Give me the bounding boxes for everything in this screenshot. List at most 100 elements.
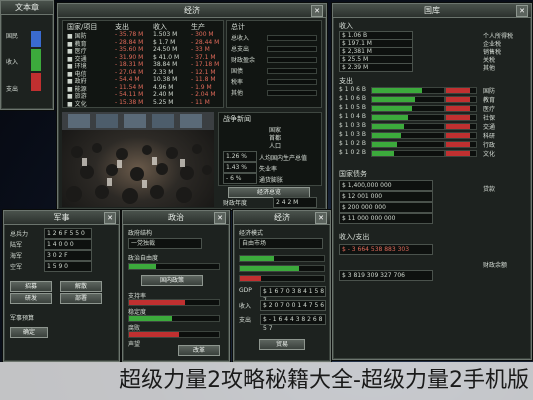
budget-cell-expense: - 54.11 M — [115, 91, 144, 98]
budget-cell-expense: - 28.84 M — [115, 38, 144, 46]
military-label: 空军 — [10, 264, 23, 271]
budget-cell-prod: - 11.8 M — [191, 76, 216, 83]
expense-bar-red — [445, 141, 477, 148]
total-field-1: $ - 3 664 538 883 303 — [339, 244, 433, 255]
economy-label: GDP — [239, 287, 252, 294]
budget-table: 国家/项目 支出 收入 生产 ■ 国防 - 35.78 M 1.503 M- 300… — [62, 20, 224, 108]
expense-bar-red — [445, 105, 477, 112]
summary-row: 税率 — [231, 79, 244, 86]
budget-cell-expense: - 18.31 M — [115, 61, 144, 68]
budget-cell-income: 38.84 M — [153, 61, 178, 68]
expense-bar — [371, 96, 445, 103]
info-box: 战争新闻 国家 首都 人口 1.26 % 1.43 % - 6 % 人均国内生产… — [218, 112, 322, 186]
economy-value-field: $ 1 6 7 0 3 8 4 1 5 8 7 — [260, 286, 326, 304]
gov-structure-label: 政府结构 — [128, 230, 153, 237]
news-image — [62, 112, 214, 207]
econ-bar-1 — [239, 255, 325, 262]
budget-cell-prod: - 12.1 M — [191, 68, 216, 76]
budget-cell-income: 4.96 M — [153, 83, 174, 91]
expense-label: 教育 — [483, 97, 496, 104]
expense-value: $ 1 0 6 B — [339, 86, 367, 93]
budget-cell-income: 1.503 M — [153, 31, 178, 38]
expense-bar — [371, 123, 445, 130]
close-icon[interactable]: ✕ — [214, 212, 226, 224]
info-label-3: 人口 — [269, 143, 282, 150]
expense-label: 交通 — [483, 124, 496, 131]
budget-cell-expense: - 35.78 M — [115, 31, 144, 38]
budget-cell-income: 10.38 M — [153, 76, 178, 83]
expense-value: $ 1 0 3 B — [339, 122, 367, 129]
expense-label: 科研 — [483, 133, 496, 140]
expense-bar — [371, 150, 445, 157]
budget-cell-prod: - 17.18 M — [191, 61, 220, 68]
close-icon[interactable]: ✕ — [104, 212, 116, 224]
close-icon[interactable]: ✕ — [516, 5, 528, 17]
budget-panel: 经济 ✕ 国家/项目 支出 收入 生产 ■ 国防 - 35.78 M 1.503 M… — [57, 3, 327, 210]
summary-row: 总收入 — [231, 35, 250, 42]
close-icon[interactable]: ✕ — [311, 5, 323, 17]
budget-cell-prod: - 33 M — [191, 46, 210, 53]
economy-value-field: $ - 1 6 4 4 3 8 2 6 8 5 7 — [260, 314, 326, 332]
domestic-policy-button[interactable]: 国内政策 — [141, 275, 203, 286]
stat-field-3: - 6 % — [223, 173, 257, 184]
military-value-field: 1 2 6 F 5 5 0 — [44, 228, 92, 239]
stat-field-1: 1.26 % — [223, 151, 257, 162]
military-label: 海军 — [10, 253, 23, 260]
research-button[interactable]: 研发 — [10, 293, 52, 304]
expense-bar — [371, 141, 445, 148]
disband-button[interactable]: 解散 — [60, 281, 102, 292]
budget-cell-income: $ 41.0 M — [153, 53, 180, 61]
budget-cell-expense: - 11.54 M — [115, 83, 144, 91]
deploy-button[interactable]: 部署 — [60, 293, 102, 304]
reform-button[interactable]: 改革 — [178, 345, 220, 356]
legend-bar-red — [31, 73, 41, 91]
summary-row-bar — [267, 68, 317, 74]
summary-row-bar — [267, 46, 317, 52]
freedom-bar — [128, 263, 220, 270]
legend-label-2: 收入 — [6, 59, 19, 66]
econ-model-field: 自由市场 — [239, 238, 323, 249]
budget-cell-prod: - 11 M — [191, 98, 210, 106]
military-value-field: 3 0 2 F — [44, 250, 92, 261]
budget-cell-prod: - 37.1 M — [191, 53, 216, 61]
summary-row-bar — [267, 79, 317, 85]
economy-title: 经济 — [274, 213, 290, 222]
budget-cell-prod: - 1.9 M — [191, 83, 212, 91]
budget-cell-expense: - 27.04 M — [115, 68, 144, 76]
expense-value: $ 1 0 6 B — [339, 95, 367, 102]
expense-label: 行政 — [483, 142, 496, 149]
summary-row-bar — [267, 90, 317, 96]
stat-label-1: 人均国内生产总值 — [259, 155, 308, 162]
stat-label-3: 通货膨胀 — [259, 177, 284, 184]
economy-label: 收入 — [239, 303, 252, 310]
budget-cell-expense: - 31.90 M — [115, 53, 144, 61]
recruit-button[interactable]: 招募 — [10, 281, 52, 292]
debt-value-field: $ 12 001 000 — [339, 191, 433, 202]
treasury-section-totals: 收入/支出 — [339, 233, 370, 241]
confirm-button[interactable]: 确定 — [10, 327, 48, 338]
budget-cell-income: $ 1.7 M — [153, 38, 176, 46]
expense-label: 文化 — [483, 151, 496, 158]
debt-value-field: $ 1,400,000 000 — [339, 180, 433, 191]
summary-row-bar — [267, 35, 317, 41]
close-icon[interactable]: ✕ — [315, 212, 327, 224]
treasury-section-expense: 支出 — [339, 77, 353, 85]
summary-header: 总计 — [231, 23, 245, 31]
trade-button[interactable]: 贸易 — [259, 339, 305, 350]
income-label: 其他 — [483, 65, 496, 72]
budget-cell-income: 5.25 M — [153, 98, 174, 106]
budget-cell-income: 24.50 M — [153, 46, 178, 53]
treasury-title: 国库 — [424, 6, 440, 15]
budget-titlebar: 经济 ✕ — [58, 4, 326, 18]
summary-row-bar — [267, 57, 317, 63]
crowd-picture — [62, 112, 214, 204]
military-titlebar: 军事 ✕ — [4, 211, 119, 225]
budget-cell-name: ■ 文化 — [67, 100, 87, 108]
budget-cell-income: 2.33 M — [153, 68, 174, 76]
expense-value: $ 1 0 5 B — [339, 104, 367, 111]
budget-cell-expense: - 35.60 M — [115, 46, 144, 53]
expense-value: $ 1 0 4 B — [339, 113, 367, 120]
fiscal-year-label: 财政年度 — [223, 200, 248, 207]
budget-summary: 总计 总收入 总支出 财政盈余 国债 税率 其他 — [226, 20, 322, 108]
stability-bar — [128, 315, 220, 322]
